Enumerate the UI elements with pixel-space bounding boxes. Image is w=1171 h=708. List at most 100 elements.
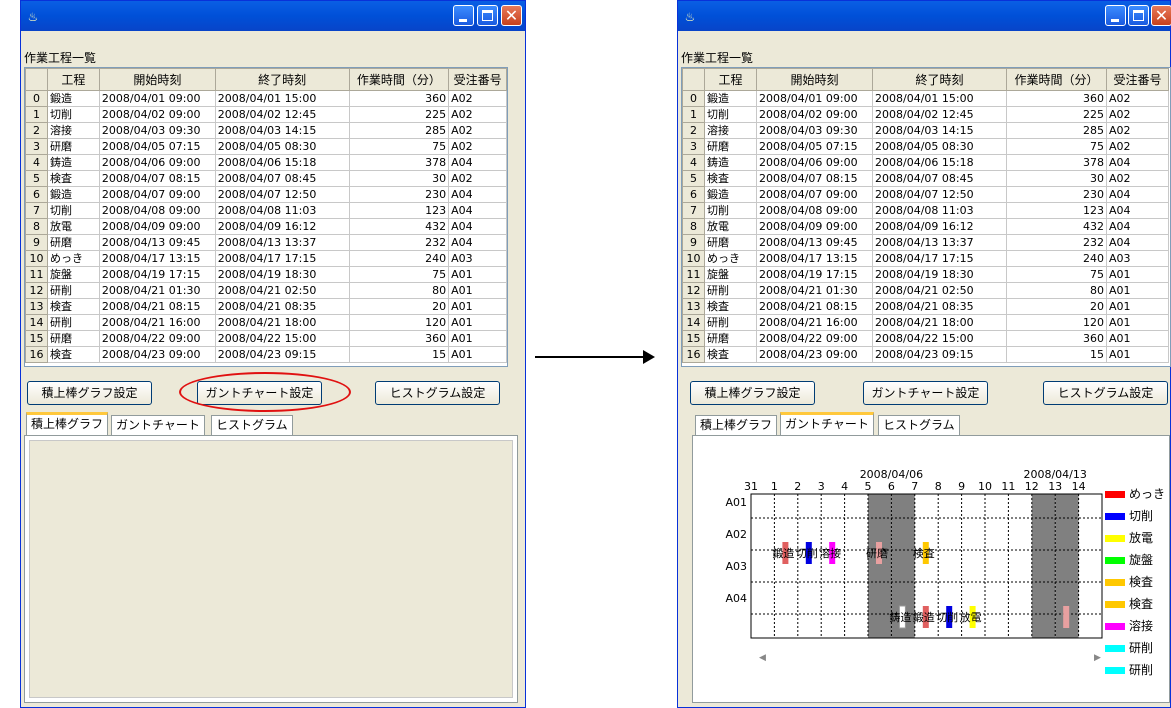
table-cell[interactable]: 2008/04/22 09:00	[98, 330, 216, 347]
table-cell[interactable]: 2008/04/21 16:00	[756, 314, 873, 331]
table-cell[interactable]: 120	[1006, 314, 1107, 331]
table-cell[interactable]: 75	[348, 266, 450, 283]
table-cell[interactable]: 2008/04/08 11:03	[872, 202, 1007, 219]
table-cell[interactable]: 検査	[46, 346, 100, 363]
table-cell[interactable]: 2008/04/23 09:15	[872, 346, 1007, 363]
table-row[interactable]: 12 研削 2008/04/21 01:30 2008/04/21 02:50 80 A0…	[25, 282, 507, 299]
table-cell[interactable]: 8	[25, 218, 48, 235]
maximize-button[interactable]	[477, 5, 498, 26]
table-cell[interactable]: 2008/04/07 08:45	[872, 170, 1007, 187]
table-cell[interactable]: 80	[1006, 282, 1107, 299]
tab-stack-chart[interactable]: 積上棒グラフ	[26, 412, 109, 435]
table-cell[interactable]: 360	[1006, 90, 1107, 107]
table-row[interactable]: 13 検査 2008/04/21 08:15 2008/04/21 08:35 20 A0…	[25, 298, 507, 315]
table-cell[interactable]: A01	[1106, 282, 1169, 299]
table-cell[interactable]: 旋盤	[46, 266, 100, 283]
table-cell[interactable]: A01	[448, 330, 507, 347]
tab-histogram[interactable]: ヒストグラム	[878, 415, 960, 435]
table-cell[interactable]: 2008/04/03 14:15	[214, 122, 350, 139]
table-cell[interactable]: 2008/04/21 08:15	[98, 298, 216, 315]
table-cell[interactable]: A01	[448, 298, 507, 315]
table-row[interactable]: 6 鍛造 2008/04/07 09:00 2008/04/07 12:50 230 A0…	[682, 186, 1169, 203]
table-cell[interactable]: 2008/04/17 17:15	[872, 250, 1007, 267]
table-cell[interactable]: A01	[1106, 346, 1169, 363]
table-cell[interactable]: 11	[25, 266, 48, 283]
column-header[interactable]: 工程	[704, 68, 757, 91]
table-row[interactable]: 8 放電 2008/04/09 09:00 2008/04/09 16:12 432 A0…	[25, 218, 507, 235]
table-cell[interactable]: 2008/04/22 09:00	[756, 330, 873, 347]
table-cell[interactable]: 研磨	[704, 138, 757, 155]
table-cell[interactable]: 230	[348, 186, 450, 203]
table-cell[interactable]: 9	[682, 234, 705, 251]
process-table[interactable]: 工程 開始時刻 終了時刻 作業時間（分） 受注番号 0 鍛造 2008/04/01 09:00…	[24, 67, 508, 367]
column-header[interactable]: 終了時刻	[872, 68, 1007, 91]
table-cell[interactable]: 切削	[46, 202, 100, 219]
table-cell[interactable]: 12	[682, 282, 705, 299]
table-cell[interactable]: 432	[1006, 218, 1107, 235]
table-cell[interactable]: 230	[1006, 186, 1107, 203]
table-row[interactable]: 3 研磨 2008/04/05 07:15 2008/04/05 08:30 75 A02	[682, 138, 1169, 155]
table-cell[interactable]: 378	[348, 154, 450, 171]
table-cell[interactable]: A04	[448, 234, 507, 251]
table-cell[interactable]: A01	[1106, 266, 1169, 283]
table-cell[interactable]: A01	[448, 314, 507, 331]
minimize-button[interactable]	[453, 5, 474, 26]
table-cell[interactable]: A02	[448, 90, 507, 107]
table-cell[interactable]: 360	[1006, 330, 1107, 347]
table-cell[interactable]: 3	[682, 138, 705, 155]
table-cell[interactable]: 2008/04/21 18:00	[872, 314, 1007, 331]
table-cell[interactable]: 検査	[704, 346, 757, 363]
table-row[interactable]: 10 めっき 2008/04/17 13:15 2008/04/17 17:15 240…	[682, 250, 1169, 267]
table-cell[interactable]: A02	[1106, 106, 1169, 123]
table-cell[interactable]: 2008/04/21 16:00	[98, 314, 216, 331]
table-cell[interactable]: 検査	[704, 298, 757, 315]
table-cell[interactable]: 2008/04/05 07:15	[756, 138, 873, 155]
table-cell[interactable]: A02	[448, 138, 507, 155]
table-cell[interactable]: 12	[25, 282, 48, 299]
table-cell[interactable]: 2008/04/19 18:30	[214, 266, 350, 283]
table-cell[interactable]: A02	[448, 122, 507, 139]
table-cell[interactable]: 16	[682, 346, 705, 363]
table-cell[interactable]: 切削	[46, 106, 100, 123]
table-cell[interactable]: 2008/04/21 02:50	[872, 282, 1007, 299]
table-cell[interactable]: 10	[682, 250, 705, 267]
table-cell[interactable]: 2008/04/03 09:30	[98, 122, 216, 139]
table-cell[interactable]: 6	[682, 186, 705, 203]
table-cell[interactable]: 6	[25, 186, 48, 203]
table-cell[interactable]: 研磨	[46, 330, 100, 347]
table-cell[interactable]: 切削	[704, 202, 757, 219]
table-cell[interactable]: 5	[25, 170, 48, 187]
table-cell[interactable]: 2008/04/07 12:50	[872, 186, 1007, 203]
table-cell[interactable]: 14	[682, 314, 705, 331]
table-cell[interactable]: 0	[682, 90, 705, 107]
table-cell[interactable]: A01	[1106, 298, 1169, 315]
table-cell[interactable]: 放電	[46, 218, 100, 235]
table-cell[interactable]: 3	[25, 138, 48, 155]
table-cell[interactable]: 360	[348, 330, 450, 347]
table-cell[interactable]: A04	[1106, 234, 1169, 251]
table-cell[interactable]: 2008/04/23 09:00	[756, 346, 873, 363]
table-cell[interactable]: 2008/04/21 08:15	[756, 298, 873, 315]
table-cell[interactable]: 研削	[704, 282, 757, 299]
table-cell[interactable]: 2008/04/13 13:37	[214, 234, 350, 251]
table-cell[interactable]: 10	[25, 250, 48, 267]
table-cell[interactable]: 4	[25, 154, 48, 171]
table-row[interactable]: 0 鍛造 2008/04/01 09:00 2008/04/01 15:00 360 A0…	[682, 90, 1169, 107]
table-row[interactable]: 5 検査 2008/04/07 08:15 2008/04/07 08:45 30 A02	[682, 170, 1169, 187]
table-cell[interactable]: 溶接	[704, 122, 757, 139]
table-cell[interactable]: 研磨	[704, 330, 757, 347]
table-cell[interactable]: 2008/04/07 08:15	[756, 170, 873, 187]
table-cell[interactable]: 2008/04/06 15:18	[214, 154, 350, 171]
table-row[interactable]: 13 検査 2008/04/21 08:15 2008/04/21 08:35 20 A0…	[682, 298, 1169, 315]
tab-stack-chart[interactable]: 積上棒グラフ	[695, 415, 778, 435]
table-cell[interactable]: 5	[682, 170, 705, 187]
table-row[interactable]: 9 研磨 2008/04/13 09:45 2008/04/13 13:37 232 A0…	[682, 234, 1169, 251]
table-cell[interactable]: A03	[448, 250, 507, 267]
table-cell[interactable]: 123	[1006, 202, 1107, 219]
table-cell[interactable]: 鍛造	[46, 90, 100, 107]
table-cell[interactable]: A02	[448, 106, 507, 123]
table-cell[interactable]: 2008/04/07 08:45	[214, 170, 350, 187]
table-cell[interactable]: 溶接	[46, 122, 100, 139]
table-cell[interactable]: 研削	[704, 314, 757, 331]
table-cell[interactable]: 2008/04/03 14:15	[872, 122, 1007, 139]
